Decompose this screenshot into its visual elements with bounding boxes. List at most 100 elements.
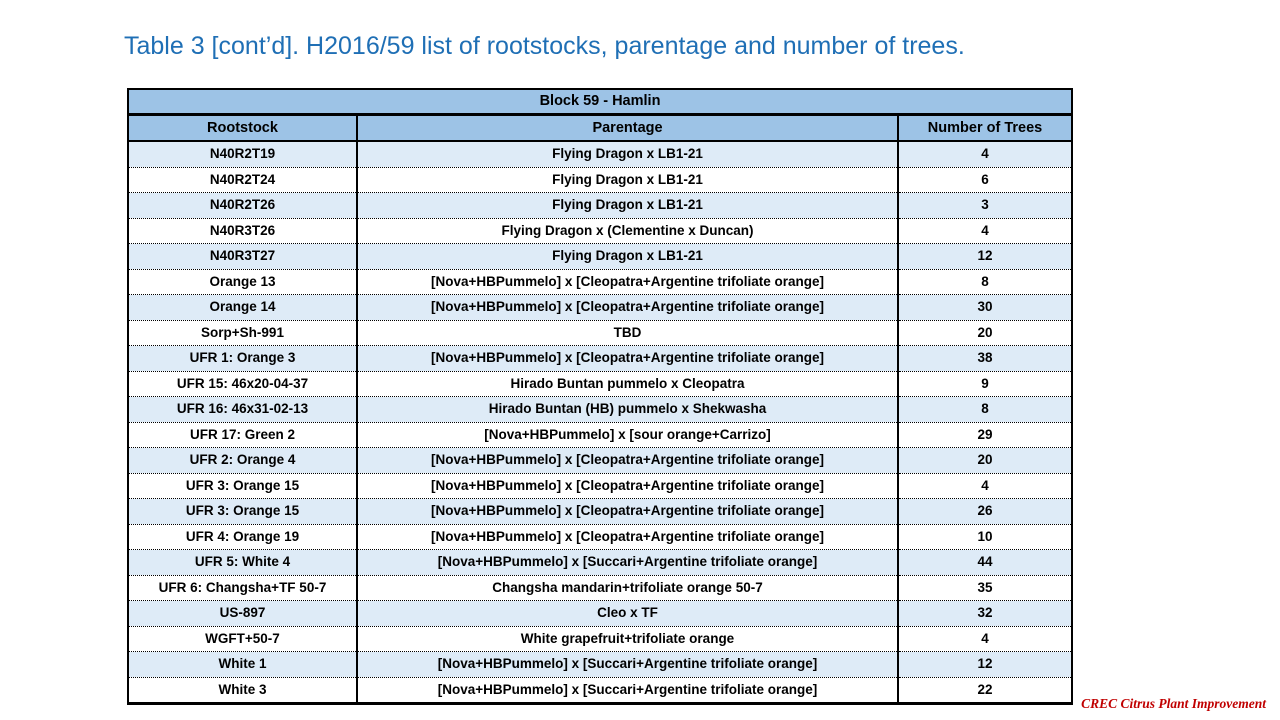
- cell-rootstock: Orange 13: [128, 269, 357, 295]
- cell-rootstock: UFR 5: White 4: [128, 549, 357, 576]
- cell-rootstock: N40R2T24: [128, 167, 357, 193]
- cell-rootstock: White 1: [128, 651, 357, 678]
- cell-number-of-trees: 9: [896, 371, 1073, 397]
- cell-rootstock: N40R3T26: [128, 218, 357, 244]
- table-row: UFR 2: Orange 4 [Nova+HBPummelo] x [Cleop…: [128, 447, 1073, 474]
- cell-rootstock: UFR 1: Orange 3: [128, 345, 357, 372]
- cell-rootstock: N40R2T19: [128, 141, 357, 168]
- table-row: WGFT+50-7 White grapefruit+trifoliate ora…: [128, 626, 1073, 652]
- slide-canvas: Table 3 [cont’d]. H2016/59 list of roots…: [0, 0, 1280, 720]
- cell-rootstock: UFR 4: Orange 19: [128, 524, 357, 550]
- cell-number-of-trees: 8: [896, 269, 1073, 295]
- cell-number-of-trees: 26: [896, 498, 1073, 525]
- table-row: UFR 15: 46x20-04-37 Hirado Buntan pummelo…: [128, 371, 1073, 397]
- cell-rootstock: White 3: [128, 677, 357, 704]
- table-row: N40R2T24 Flying Dragon x LB1-21 6: [128, 167, 1073, 193]
- cell-number-of-trees: 35: [896, 575, 1073, 601]
- cell-number-of-trees: 22: [896, 677, 1073, 704]
- table-column-header-row: Rootstock Parentage Number of Trees: [128, 114, 1073, 142]
- cell-rootstock: N40R3T27: [128, 243, 357, 270]
- cell-number-of-trees: 12: [896, 243, 1073, 270]
- cell-parentage: [Nova+HBPummelo] x [Cleopatra+Argentine …: [356, 498, 898, 525]
- table-row: Orange 13 [Nova+HBPummelo] x [Cleopatra+A…: [128, 269, 1073, 295]
- cell-parentage: Flying Dragon x LB1-21: [356, 192, 898, 219]
- cell-rootstock: US-897: [128, 600, 357, 627]
- table-row: UFR 3: Orange 15 [Nova+HBPummelo] x [Cleo…: [128, 498, 1073, 525]
- cell-parentage: [Nova+HBPummelo] x [Succari+Argentine tr…: [356, 549, 898, 576]
- table-row: UFR 5: White 4 [Nova+HBPummelo] x [Succar…: [128, 549, 1073, 576]
- cell-number-of-trees: 4: [896, 141, 1073, 168]
- cell-rootstock: UFR 17: Green 2: [128, 422, 357, 448]
- cell-rootstock: UFR 3: Orange 15: [128, 498, 357, 525]
- cell-parentage: Hirado Buntan pummelo x Cleopatra: [356, 371, 898, 397]
- table-row: N40R2T19 Flying Dragon x LB1-21 4: [128, 141, 1073, 168]
- cell-number-of-trees: 4: [896, 626, 1073, 652]
- table-header: Block 59 - Hamlin Rootstock Parentage Nu…: [128, 89, 1073, 142]
- cell-parentage: TBD: [356, 320, 898, 346]
- cell-rootstock: N40R2T26: [128, 192, 357, 219]
- table-row: UFR 1: Orange 3 [Nova+HBPummelo] x [Cleop…: [128, 345, 1073, 372]
- cell-parentage: [Nova+HBPummelo] x [Cleopatra+Argentine …: [356, 345, 898, 372]
- cell-number-of-trees: 20: [896, 320, 1073, 346]
- table-block-title-row: Block 59 - Hamlin: [128, 89, 1073, 116]
- table-row: UFR 16: 46x31-02-13 Hirado Buntan (HB) pu…: [128, 396, 1073, 423]
- cell-number-of-trees: 6: [896, 167, 1073, 193]
- cell-rootstock: UFR 3: Orange 15: [128, 473, 357, 499]
- footer-credit: CREC Citrus Plant Improvement: [1081, 696, 1266, 711]
- block-title-cell: Block 59 - Hamlin: [128, 89, 1073, 116]
- rootstock-table-container: Block 59 - Hamlin Rootstock Parentage Nu…: [127, 88, 1074, 705]
- cell-parentage: Flying Dragon x LB1-21: [356, 141, 898, 168]
- cell-number-of-trees: 3: [896, 192, 1073, 219]
- cell-parentage: Changsha mandarin+trifoliate orange 50-7: [356, 575, 898, 601]
- column-header-rootstock: Rootstock: [128, 114, 357, 142]
- rootstock-table: Block 59 - Hamlin Rootstock Parentage Nu…: [127, 88, 1074, 705]
- cell-rootstock: UFR 15: 46x20-04-37: [128, 371, 357, 397]
- table-row: N40R3T26 Flying Dragon x (Clementine x Du…: [128, 218, 1073, 244]
- cell-parentage: [Nova+HBPummelo] x [Cleopatra+Argentine …: [356, 447, 898, 474]
- cell-parentage: Flying Dragon x LB1-21: [356, 167, 898, 193]
- cell-number-of-trees: 4: [896, 218, 1073, 244]
- cell-rootstock: Orange 14: [128, 294, 357, 321]
- cell-parentage: [Nova+HBPummelo] x [Succari+Argentine tr…: [356, 677, 898, 704]
- table-row: UFR 17: Green 2 [Nova+HBPummelo] x [sour …: [128, 422, 1073, 448]
- cell-parentage: [Nova+HBPummelo] x [Cleopatra+Argentine …: [356, 294, 898, 321]
- table-row: White 1 [Nova+HBPummelo] x [Succari+Argen…: [128, 651, 1073, 678]
- cell-number-of-trees: 8: [896, 396, 1073, 423]
- cell-number-of-trees: 12: [896, 651, 1073, 678]
- table-row: Orange 14 [Nova+HBPummelo] x [Cleopatra+A…: [128, 294, 1073, 321]
- table-row: Sorp+Sh-991 TBD 20: [128, 320, 1073, 346]
- table-row: UFR 3: Orange 15 [Nova+HBPummelo] x [Cleo…: [128, 473, 1073, 499]
- cell-rootstock: UFR 6: Changsha+TF 50-7: [128, 575, 357, 601]
- cell-number-of-trees: 38: [896, 345, 1073, 372]
- cell-parentage: [Nova+HBPummelo] x [Succari+Argentine tr…: [356, 651, 898, 678]
- cell-number-of-trees: 30: [896, 294, 1073, 321]
- column-header-number-of-trees: Number of Trees: [896, 114, 1073, 142]
- table-row: White 3 [Nova+HBPummelo] x [Succari+Argen…: [128, 677, 1073, 704]
- cell-parentage: Cleo x TF: [356, 600, 898, 627]
- cell-number-of-trees: 32: [896, 600, 1073, 627]
- table-row: N40R3T27 Flying Dragon x LB1-21 12: [128, 243, 1073, 270]
- cell-rootstock: UFR 16: 46x31-02-13: [128, 396, 357, 423]
- table-row: N40R2T26 Flying Dragon x LB1-21 3: [128, 192, 1073, 219]
- cell-parentage: [Nova+HBPummelo] x [Cleopatra+Argentine …: [356, 269, 898, 295]
- table-row: UFR 4: Orange 19 [Nova+HBPummelo] x [Cleo…: [128, 524, 1073, 550]
- cell-parentage: [Nova+HBPummelo] x [sour orange+Carrizo]: [356, 422, 898, 448]
- cell-parentage: Flying Dragon x (Clementine x Duncan): [356, 218, 898, 244]
- table-row: UFR 6: Changsha+TF 50-7 Changsha mandarin…: [128, 575, 1073, 601]
- cell-number-of-trees: 10: [896, 524, 1073, 550]
- cell-parentage: [Nova+HBPummelo] x [Cleopatra+Argentine …: [356, 473, 898, 499]
- cell-rootstock: UFR 2: Orange 4: [128, 447, 357, 474]
- cell-parentage: White grapefruit+trifoliate orange: [356, 626, 898, 652]
- column-header-parentage: Parentage: [356, 114, 898, 142]
- cell-number-of-trees: 20: [896, 447, 1073, 474]
- cell-number-of-trees: 4: [896, 473, 1073, 499]
- cell-number-of-trees: 44: [896, 549, 1073, 576]
- cell-number-of-trees: 29: [896, 422, 1073, 448]
- cell-parentage: Hirado Buntan (HB) pummelo x Shekwasha: [356, 396, 898, 423]
- cell-rootstock: WGFT+50-7: [128, 626, 357, 652]
- table-row: US-897 Cleo x TF 32: [128, 600, 1073, 627]
- cell-rootstock: Sorp+Sh-991: [128, 320, 357, 346]
- cell-parentage: Flying Dragon x LB1-21: [356, 243, 898, 270]
- table-body: N40R2T19 Flying Dragon x LB1-21 4 N40R2T24 F…: [128, 141, 1073, 704]
- cell-parentage: [Nova+HBPummelo] x [Cleopatra+Argentine …: [356, 524, 898, 550]
